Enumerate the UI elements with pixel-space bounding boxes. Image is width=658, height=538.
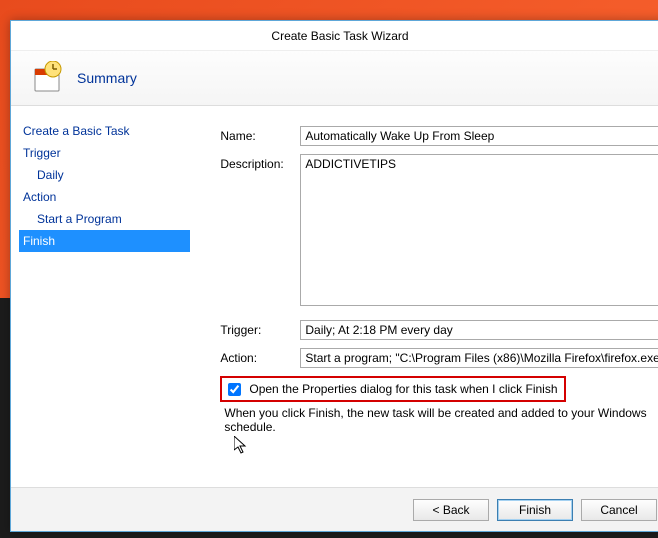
step-daily[interactable]: Daily (19, 164, 190, 186)
titlebar[interactable]: Create Basic Task Wizard (11, 21, 658, 51)
description-field[interactable]: ADDICTIVETIPS (300, 154, 658, 306)
wizard-window: Create Basic Task Wizard Summary Create … (10, 20, 658, 532)
finish-hint: When you click Finish, the new task will… (224, 406, 658, 434)
window-title: Create Basic Task Wizard (271, 29, 408, 43)
back-button[interactable]: < Back (413, 499, 489, 521)
trigger-label: Trigger: (220, 320, 300, 337)
open-properties-highlight: Open the Properties dialog for this task… (220, 376, 565, 402)
name-label: Name: (220, 126, 300, 143)
description-label: Description: (220, 154, 300, 171)
open-properties-label: Open the Properties dialog for this task… (249, 382, 557, 396)
wizard-steps-sidebar: Create a Basic Task Trigger Daily Action… (11, 106, 190, 487)
finish-button[interactable]: Finish (497, 499, 573, 521)
cancel-button[interactable]: Cancel (581, 499, 657, 521)
action-label: Action: (220, 348, 300, 365)
name-field[interactable]: Automatically Wake Up From Sleep (300, 126, 658, 146)
wizard-header: Summary (11, 51, 658, 106)
wizard-footer: < Back Finish Cancel (11, 487, 658, 531)
summary-panel: Name: Automatically Wake Up From Sleep D… (190, 106, 658, 487)
step-finish[interactable]: Finish (19, 230, 190, 252)
page-title: Summary (77, 70, 137, 86)
open-properties-checkbox[interactable] (228, 383, 241, 396)
step-trigger[interactable]: Trigger (19, 142, 190, 164)
step-start-program[interactable]: Start a Program (19, 208, 190, 230)
action-field: Start a program; "C:\Program Files (x86)… (300, 348, 658, 368)
calendar-clock-icon (31, 61, 65, 95)
step-action[interactable]: Action (19, 186, 190, 208)
step-create-basic-task[interactable]: Create a Basic Task (19, 120, 190, 142)
trigger-field: Daily; At 2:18 PM every day (300, 320, 658, 340)
